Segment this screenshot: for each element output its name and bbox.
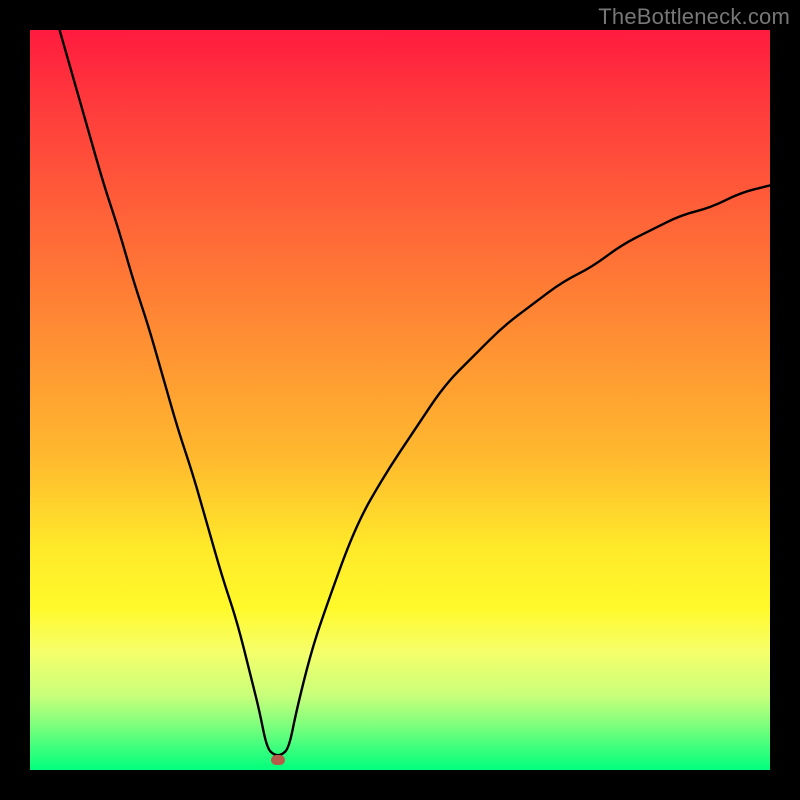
optimal-point-marker [271,755,285,765]
plot-area [30,30,770,770]
chart-frame: TheBottleneck.com [0,0,800,800]
watermark-text: TheBottleneck.com [598,4,790,30]
bottleneck-curve [30,30,770,770]
